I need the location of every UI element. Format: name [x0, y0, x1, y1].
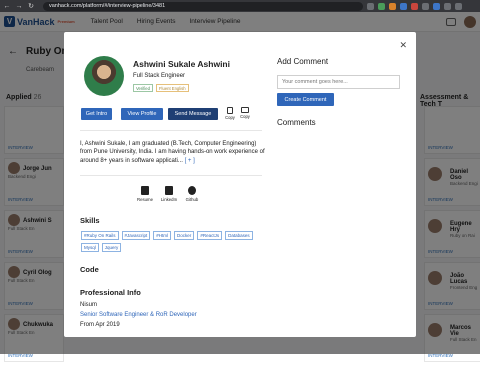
- browser-toolbar: ← → ↻ vanhack.com/platform/#/interview-p…: [0, 0, 480, 12]
- extension-icon[interactable]: [389, 2, 396, 10]
- candidate-profile-modal: ✕ Ashwini Sukale Ashwini Full Stack Engi…: [64, 32, 416, 337]
- github-icon: [188, 186, 196, 195]
- verified-badge: Verified: [133, 84, 153, 92]
- linkedin-link[interactable]: LinkedIn: [160, 186, 178, 202]
- skill-tag: #Html: [153, 231, 172, 240]
- skills-list: #Ruby On Rails #Javascript #Html Docker …: [81, 231, 266, 252]
- mail-icon: [241, 107, 249, 113]
- create-comment-button[interactable]: Create Comment: [277, 93, 334, 106]
- skills-heading: Skills: [80, 216, 100, 225]
- get-intro-button[interactable]: Get Intro: [81, 108, 112, 120]
- extension-icon[interactable]: [422, 2, 429, 10]
- skill-tag: Mysql: [81, 243, 99, 252]
- extension-icon[interactable]: [400, 2, 407, 10]
- add-comment-heading: Add Comment: [277, 57, 329, 66]
- skill-tag: Jquery: [101, 243, 122, 252]
- address-bar[interactable]: vanhack.com/platform/#/interview-pipelin…: [43, 1, 363, 11]
- candidate-role: Full Stack Engineer: [133, 73, 186, 79]
- skill-tag: #ReactJs: [197, 231, 223, 240]
- candidate-bio: I, Ashwini Sukale, I am graduated (B.Tec…: [80, 141, 265, 164]
- profile-icon[interactable]: [455, 2, 462, 10]
- divider: [80, 130, 262, 131]
- company-name: Nisum: [80, 302, 98, 308]
- skill-tag: Docker: [174, 231, 195, 240]
- extension-icon[interactable]: [444, 2, 451, 10]
- back-icon[interactable]: ←: [3, 3, 11, 10]
- comment-input[interactable]: [277, 75, 400, 89]
- extension-icon[interactable]: [411, 2, 418, 10]
- reload-icon[interactable]: ↻: [27, 2, 35, 10]
- candidate-photo: [84, 56, 124, 96]
- code-heading: Code: [80, 265, 99, 274]
- copy-email-button[interactable]: Copy: [238, 107, 252, 119]
- skill-tag: #Ruby On Rails: [81, 231, 119, 240]
- view-profile-button[interactable]: View Profile: [121, 108, 163, 120]
- comments-heading: Comments: [277, 118, 316, 127]
- forward-icon[interactable]: →: [15, 3, 23, 10]
- extension-icon[interactable]: [433, 2, 440, 10]
- divider: [80, 175, 262, 176]
- employment-start: From Apr 2019: [80, 322, 120, 328]
- skill-tag: Databases: [225, 231, 253, 240]
- github-link[interactable]: Github: [183, 186, 201, 202]
- extension-icon[interactable]: [367, 2, 374, 10]
- expand-bio-link[interactable]: [ + ]: [185, 158, 195, 164]
- english-badge: Fluent English: [156, 84, 189, 92]
- candidate-name: Ashwini Sukale Ashwini: [133, 59, 230, 69]
- document-icon: [141, 186, 149, 195]
- linkedin-icon: [165, 186, 173, 195]
- resume-link[interactable]: Resume: [136, 186, 154, 202]
- close-icon[interactable]: ✕: [399, 40, 407, 51]
- copy-icon: [227, 107, 233, 114]
- position-title[interactable]: Senior Software Engineer & RoR Developer: [80, 312, 197, 318]
- professional-info-heading: Professional Info: [80, 288, 141, 297]
- extension-icon[interactable]: [378, 2, 385, 10]
- send-message-button[interactable]: Send Message: [168, 108, 218, 120]
- skill-tag: #Javascript: [121, 231, 151, 240]
- copy-link-button[interactable]: Copy: [223, 107, 237, 120]
